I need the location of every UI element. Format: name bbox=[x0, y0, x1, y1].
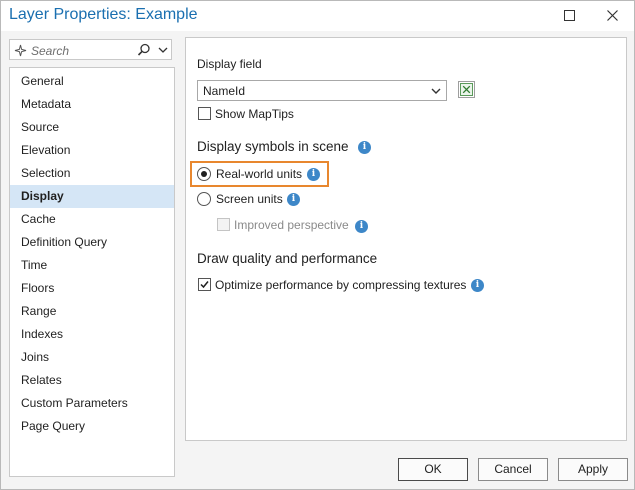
sidebar-nav: General Metadata Source Elevation Select… bbox=[9, 67, 175, 477]
expression-builder-button[interactable] bbox=[458, 81, 475, 98]
sidebar-item-metadata[interactable]: Metadata bbox=[10, 93, 174, 116]
display-field-label: Display field bbox=[197, 57, 262, 71]
sparkle-icon bbox=[14, 44, 27, 57]
sidebar-item-relates[interactable]: Relates bbox=[10, 369, 174, 392]
info-icon[interactable]: i bbox=[307, 168, 320, 181]
sidebar-item-joins[interactable]: Joins bbox=[10, 346, 174, 369]
show-maptips-label: Show MapTips bbox=[215, 107, 294, 121]
improved-perspective-label: Improved perspective bbox=[234, 218, 349, 232]
sidebar-item-general[interactable]: General bbox=[10, 70, 174, 93]
sidebar-item-custom-parameters[interactable]: Custom Parameters bbox=[10, 392, 174, 415]
screen-units-radio[interactable] bbox=[197, 192, 211, 206]
layer-properties-dialog: Layer Properties: Example Search General… bbox=[0, 0, 635, 490]
sidebar-item-display[interactable]: Display bbox=[10, 185, 174, 208]
search-input[interactable]: Search bbox=[9, 39, 172, 60]
chevron-down-icon[interactable] bbox=[158, 46, 168, 54]
radio-selected-dot bbox=[201, 171, 207, 177]
info-icon[interactable]: i bbox=[355, 220, 368, 233]
sidebar-item-indexes[interactable]: Indexes bbox=[10, 323, 174, 346]
sidebar: Search General Metadata Source Elevation… bbox=[9, 37, 175, 477]
real-world-units-label: Real-world units bbox=[216, 167, 303, 181]
symbols-heading: Display symbols in scene bbox=[197, 139, 349, 154]
display-panel: Display field NameId Show MapTips Displa… bbox=[185, 37, 627, 441]
info-icon[interactable]: i bbox=[287, 193, 300, 206]
expression-icon bbox=[460, 83, 473, 96]
sidebar-item-page-query[interactable]: Page Query bbox=[10, 415, 174, 438]
sidebar-item-selection[interactable]: Selection bbox=[10, 162, 174, 185]
sidebar-item-definition-query[interactable]: Definition Query bbox=[10, 231, 174, 254]
optimize-label: Optimize performance by compressing text… bbox=[215, 278, 467, 292]
quality-heading: Draw quality and performance bbox=[197, 251, 378, 266]
info-icon[interactable]: i bbox=[471, 279, 484, 292]
maximize-button[interactable] bbox=[547, 1, 591, 29]
info-icon[interactable]: i bbox=[358, 141, 371, 154]
close-button[interactable] bbox=[590, 1, 634, 29]
search-icon[interactable] bbox=[137, 43, 151, 57]
sidebar-item-source[interactable]: Source bbox=[10, 116, 174, 139]
sidebar-item-time[interactable]: Time bbox=[10, 254, 174, 277]
show-maptips-checkbox[interactable] bbox=[198, 107, 211, 120]
checkmark-icon bbox=[200, 281, 209, 289]
optimize-checkbox[interactable] bbox=[198, 278, 211, 291]
real-world-units-radio[interactable] bbox=[197, 167, 211, 181]
display-field-value: NameId bbox=[203, 84, 246, 98]
sidebar-item-range[interactable]: Range bbox=[10, 300, 174, 323]
sidebar-item-elevation[interactable]: Elevation bbox=[10, 139, 174, 162]
search-placeholder: Search bbox=[31, 44, 70, 58]
sidebar-item-floors[interactable]: Floors bbox=[10, 277, 174, 300]
ok-button[interactable]: OK bbox=[398, 458, 468, 481]
display-field-dropdown[interactable]: NameId bbox=[197, 80, 447, 101]
chevron-down-icon bbox=[431, 88, 441, 94]
screen-units-label: Screen units bbox=[216, 192, 283, 206]
sidebar-item-cache[interactable]: Cache bbox=[10, 208, 174, 231]
apply-button[interactable]: Apply bbox=[558, 458, 628, 481]
maximize-icon bbox=[563, 9, 575, 21]
improved-perspective-checkbox bbox=[217, 218, 230, 231]
dialog-title: Layer Properties: Example bbox=[9, 6, 198, 23]
close-icon bbox=[606, 9, 618, 21]
cancel-button[interactable]: Cancel bbox=[478, 458, 548, 481]
title-bar: Layer Properties: Example bbox=[1, 1, 634, 31]
